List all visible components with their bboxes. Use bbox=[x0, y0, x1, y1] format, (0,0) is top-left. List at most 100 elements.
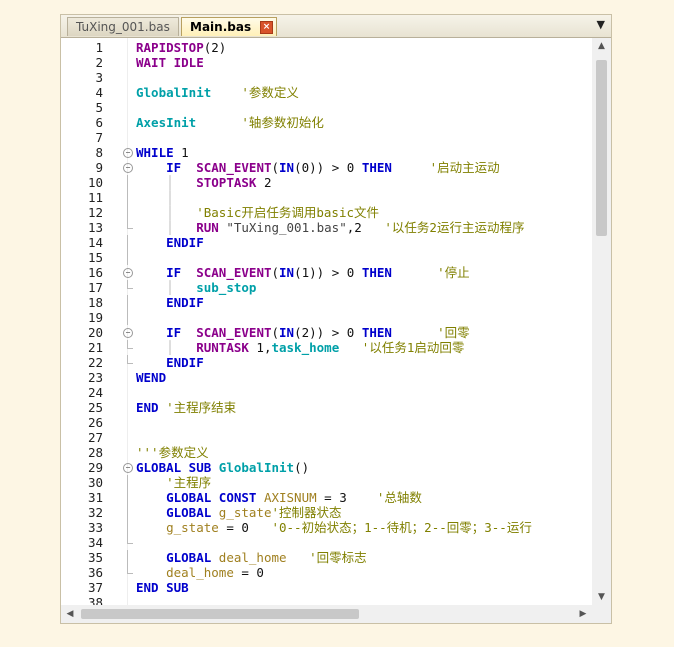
code-line[interactable]: 36 deal_home = 0 bbox=[61, 565, 592, 580]
code-line[interactable]: 30 '主程序 bbox=[61, 475, 592, 490]
fold-empty bbox=[123, 85, 133, 100]
code-token: deal_home bbox=[218, 550, 287, 565]
code-line[interactable]: 17 │ sub_stop bbox=[61, 280, 592, 295]
editor-window: TuXing_001.bas Main.bas × ▼ 1 RAPIDSTOP(2… bbox=[60, 14, 612, 624]
fold-toggle-icon[interactable]: − bbox=[123, 325, 133, 340]
tab-main[interactable]: Main.bas × bbox=[181, 17, 277, 36]
fold-empty bbox=[123, 370, 133, 385]
line-number: 6 bbox=[95, 115, 103, 130]
code-line[interactable]: 15 bbox=[61, 250, 592, 265]
code-line[interactable]: 34 bbox=[61, 535, 592, 550]
line-number: 37 bbox=[87, 580, 103, 595]
close-icon[interactable]: × bbox=[260, 21, 273, 34]
code-token: ( bbox=[271, 325, 280, 340]
line-number: 13 bbox=[87, 220, 103, 235]
code-text: IF SCAN_EVENT(IN(0)) > 0 THEN '启动主运动 bbox=[136, 160, 500, 175]
code-text: ENDIF bbox=[136, 295, 204, 310]
code-line[interactable]: 16 − IF SCAN_EVENT(IN(1)) > 0 THEN '停止 bbox=[61, 265, 592, 280]
code-line[interactable]: 26 bbox=[61, 415, 592, 430]
code-line[interactable]: 12 │ 'Basic开启任务调用basic文件 bbox=[61, 205, 592, 220]
fold-toggle-icon[interactable]: − bbox=[123, 145, 133, 160]
code-line[interactable]: 37 END SUB bbox=[61, 580, 592, 595]
code-token: │ bbox=[166, 340, 174, 355]
horizontal-scrollbar[interactable]: ◀ ▶ bbox=[61, 605, 592, 623]
line-number: 22 bbox=[87, 355, 103, 370]
code-line[interactable]: 14 ENDIF bbox=[61, 235, 592, 250]
code-line[interactable]: 3 bbox=[61, 70, 592, 85]
code-line[interactable]: 38 bbox=[61, 595, 592, 605]
code-line[interactable]: 13 │ RUN "TuXing_001.bas",2 '以任务2运行主运动程序 bbox=[61, 220, 592, 235]
line-number: 25 bbox=[87, 400, 103, 415]
code-line[interactable]: 6 AxesInit '轴参数初始化 bbox=[61, 115, 592, 130]
code-token: IF bbox=[166, 160, 182, 175]
code-token: ,2 bbox=[346, 220, 385, 235]
code-area[interactable]: 1 RAPIDSTOP(2) 2 WAIT IDLE 3 4 GlobalInit '参数定… bbox=[61, 38, 592, 605]
fold-toggle-icon[interactable]: − bbox=[123, 265, 133, 280]
code-text: IF SCAN_EVENT(IN(1)) > 0 THEN '停止 bbox=[136, 265, 470, 280]
code-line[interactable]: 27 bbox=[61, 430, 592, 445]
code-token: g_state bbox=[218, 505, 272, 520]
code-text: g_state = 0 '0--初始状态；1--待机；2--回零；3--运行 bbox=[136, 520, 532, 535]
code-line[interactable]: 24 bbox=[61, 385, 592, 400]
vertical-scroll-thumb[interactable] bbox=[596, 60, 607, 236]
code-token: RUN bbox=[196, 220, 219, 235]
scroll-up-icon[interactable]: ▲ bbox=[592, 38, 611, 54]
code-line[interactable]: 18 ENDIF bbox=[61, 295, 592, 310]
code-line[interactable]: 8 − WHILE 1 bbox=[61, 145, 592, 160]
horizontal-scroll-thumb[interactable] bbox=[81, 609, 359, 619]
code-token: '以任务1启动回零 bbox=[361, 340, 465, 355]
code-editor[interactable]: 1 RAPIDSTOP(2) 2 WAIT IDLE 3 4 GlobalInit '参数定… bbox=[61, 38, 592, 605]
code-line[interactable]: 22 ENDIF bbox=[61, 355, 592, 370]
code-line[interactable]: 11 │ bbox=[61, 190, 592, 205]
scroll-left-icon[interactable]: ◀ bbox=[63, 605, 77, 623]
code-line[interactable]: 19 bbox=[61, 310, 592, 325]
code-line[interactable]: 9 − IF SCAN_EVENT(IN(0)) > 0 THEN '启动主运动 bbox=[61, 160, 592, 175]
scroll-right-icon[interactable]: ▶ bbox=[576, 605, 590, 623]
line-number: 10 bbox=[87, 175, 103, 190]
code-line[interactable]: 23 WEND bbox=[61, 370, 592, 385]
code-line[interactable]: 28 '''参数定义 bbox=[61, 445, 592, 460]
fold-toggle-icon[interactable]: − bbox=[123, 460, 133, 475]
code-line[interactable]: 25 END '主程序结束 bbox=[61, 400, 592, 415]
line-number: 1 bbox=[95, 40, 103, 55]
code-token: │ bbox=[166, 280, 174, 295]
code-token: WAIT IDLE bbox=[136, 55, 204, 70]
code-line[interactable]: 7 bbox=[61, 130, 592, 145]
code-line[interactable]: 2 WAIT IDLE bbox=[61, 55, 592, 70]
code-token: ENDIF bbox=[166, 235, 204, 250]
code-text: deal_home = 0 bbox=[136, 565, 264, 580]
code-token: ENDIF bbox=[166, 355, 204, 370]
tab-menu-chevron-down-icon[interactable]: ▼ bbox=[597, 18, 605, 31]
code-line[interactable]: 4 GlobalInit '参数定义 bbox=[61, 85, 592, 100]
code-line[interactable]: 35 GLOBAL deal_home '回零标志 bbox=[61, 550, 592, 565]
code-line[interactable]: 5 bbox=[61, 100, 592, 115]
fold-toggle-icon[interactable]: − bbox=[123, 160, 133, 175]
tab-tuxing-001[interactable]: TuXing_001.bas bbox=[67, 17, 179, 36]
code-line[interactable]: 10 │ STOPTASK 2 bbox=[61, 175, 592, 190]
code-line[interactable]: 31 GLOBAL CONST AXISNUM = 3 '总轴数 bbox=[61, 490, 592, 505]
code-token: () bbox=[294, 460, 310, 475]
code-line[interactable]: 20 − IF SCAN_EVENT(IN(2)) > 0 THEN '回零 bbox=[61, 325, 592, 340]
code-line[interactable]: 21 │ RUNTASK 1,task_home '以任务1启动回零 bbox=[61, 340, 592, 355]
code-text: GLOBAL SUB GlobalInit() bbox=[136, 460, 309, 475]
code-line[interactable]: 33 g_state = 0 '0--初始状态；1--待机；2--回零；3--运… bbox=[61, 520, 592, 535]
fold-end bbox=[123, 220, 133, 235]
vertical-scrollbar[interactable]: ▲ ▼ bbox=[592, 38, 611, 605]
code-line[interactable]: 29 − GLOBAL SUB GlobalInit() bbox=[61, 460, 592, 475]
line-number: 32 bbox=[87, 505, 103, 520]
code-line[interactable]: 32 GLOBAL g_state'控制器状态 bbox=[61, 505, 592, 520]
code-line[interactable]: 1 RAPIDSTOP(2) bbox=[61, 40, 592, 55]
scroll-down-icon[interactable]: ▼ bbox=[592, 589, 611, 605]
fold-guide bbox=[123, 175, 133, 190]
